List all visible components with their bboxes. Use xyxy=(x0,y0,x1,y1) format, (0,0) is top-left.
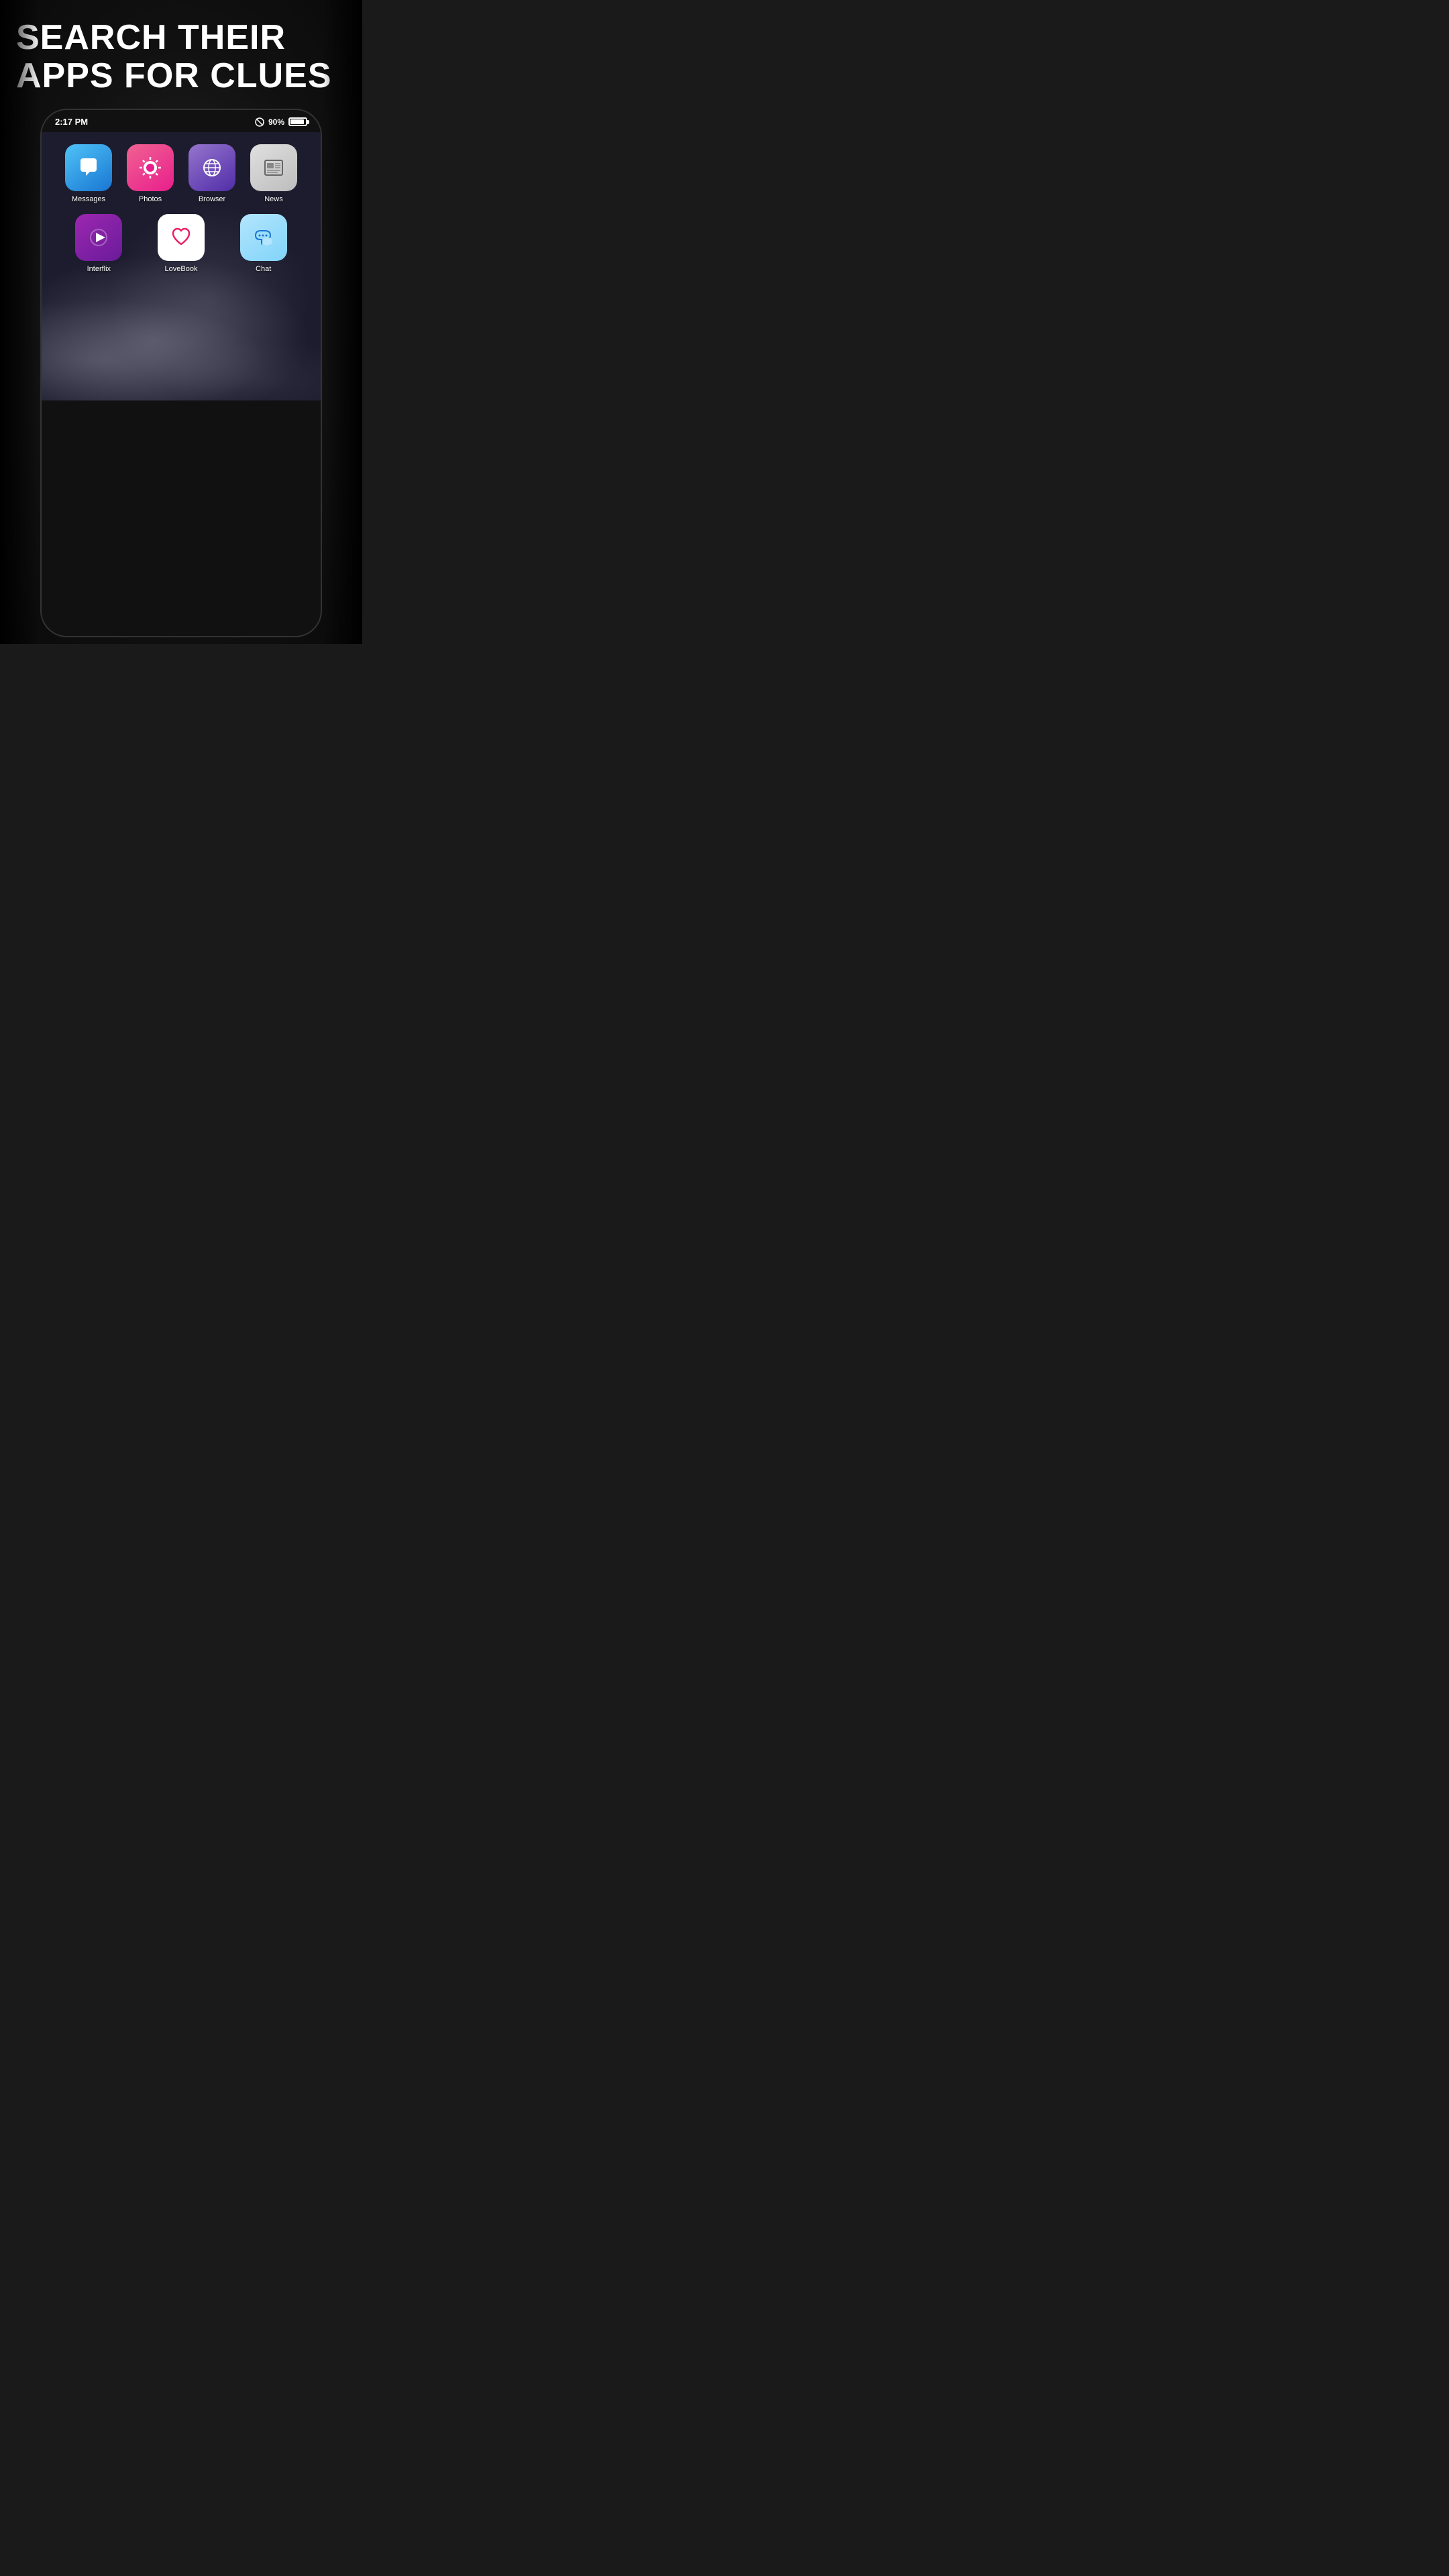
app-chat[interactable]: Chat xyxy=(225,214,302,273)
news-label: News xyxy=(264,195,283,203)
browser-icon xyxy=(189,144,235,191)
status-right: 90% xyxy=(255,117,307,127)
news-icon xyxy=(250,144,297,191)
app-browser[interactable]: Browser xyxy=(184,144,240,203)
browser-label: Browser xyxy=(199,195,225,203)
battery-bar xyxy=(288,117,307,126)
messages-label: Messages xyxy=(72,195,105,203)
messages-icon xyxy=(65,144,112,191)
app-lovebook[interactable]: LoveBook xyxy=(143,214,220,273)
header-section: SEARCH THEIR APPS FOR CLUES xyxy=(0,0,362,109)
phone-mockup: 2:17 PM 90% xyxy=(40,109,322,637)
status-time: 2:17 PM xyxy=(55,117,88,127)
app-grid-row1: Messages Photos xyxy=(55,139,307,209)
apps-section: Messages Photos xyxy=(55,139,307,278)
chat-label: Chat xyxy=(256,265,271,273)
interflix-label: Interflix xyxy=(87,265,111,273)
battery-fill xyxy=(290,119,304,124)
lovebook-label: LoveBook xyxy=(165,265,198,273)
phone-screen: Messages Photos xyxy=(42,132,321,400)
chat-icon xyxy=(240,214,287,261)
photos-label: Photos xyxy=(139,195,162,203)
headline: SEARCH THEIR APPS FOR CLUES xyxy=(16,19,346,95)
app-grid-row2: Interflix LoveBook xyxy=(55,209,307,278)
interflix-icon xyxy=(75,214,122,261)
app-interflix[interactable]: Interflix xyxy=(60,214,138,273)
app-photos[interactable]: Photos xyxy=(122,144,178,203)
app-messages[interactable]: Messages xyxy=(60,144,117,203)
no-signal-icon xyxy=(255,117,264,127)
battery-percent: 90% xyxy=(268,117,284,127)
status-bar: 2:17 PM 90% xyxy=(42,110,321,132)
lovebook-icon xyxy=(158,214,205,261)
app-news[interactable]: News xyxy=(246,144,302,203)
photos-icon xyxy=(127,144,174,191)
